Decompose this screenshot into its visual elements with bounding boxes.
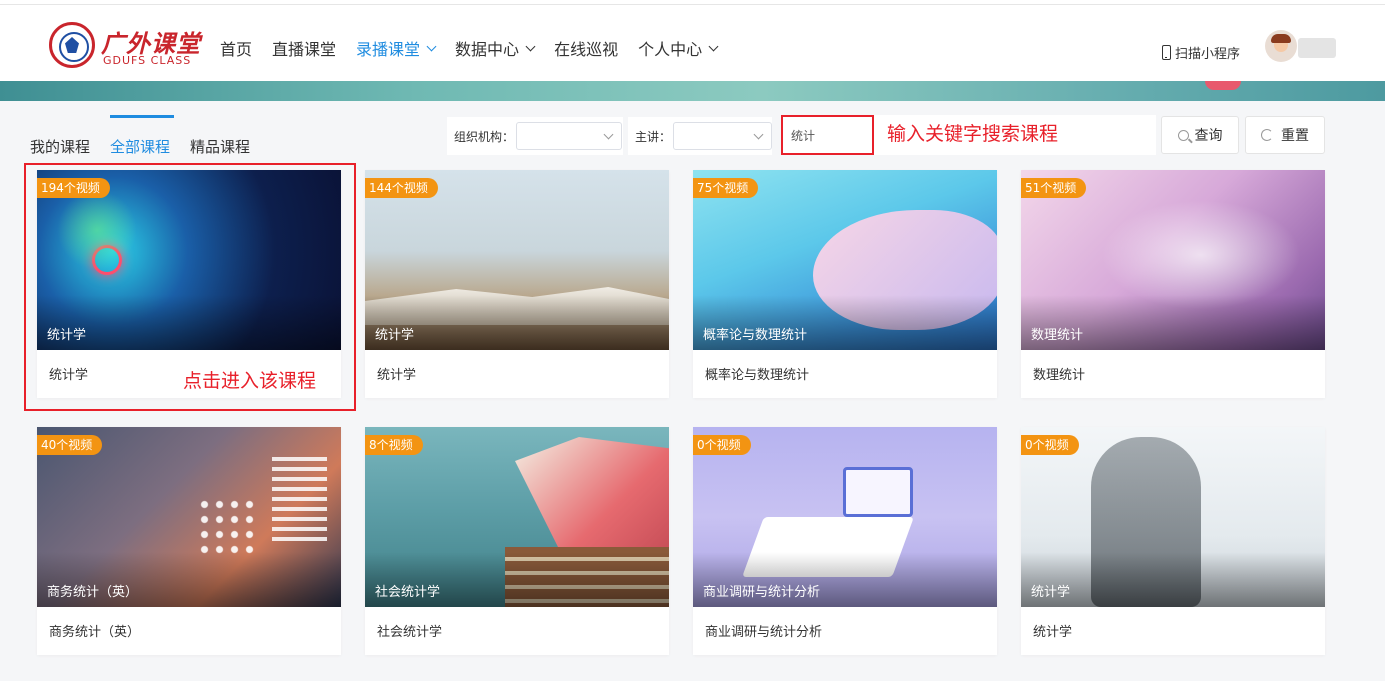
course-name: 商业调研与统计分析 — [705, 625, 823, 640]
query-button[interactable]: 查询 — [1161, 116, 1239, 154]
video-count-badge: 0个视频 — [693, 435, 751, 455]
org-filter: 组织机构： — [447, 117, 623, 155]
search-input[interactable] — [781, 115, 874, 155]
click-hint-annotation: 点击进入该课程 — [183, 370, 317, 392]
org-filter-label: 组织机构： — [454, 129, 515, 144]
top-header: 广外课堂 GDUFS CLASS 首页 直播课堂 录播课堂 数据中心 在线巡视 … — [0, 5, 1385, 81]
tab-featured-courses[interactable]: 精品课程 — [190, 136, 250, 157]
reset-button-label: 重置 — [1281, 128, 1309, 144]
scan-miniprogram-link[interactable]: 扫描小程序 — [1162, 43, 1240, 62]
nav-patrol-label: 在线巡视 — [554, 40, 619, 59]
site-logo[interactable]: 广外课堂 GDUFS CLASS — [49, 22, 200, 70]
reset-icon — [1261, 129, 1273, 141]
banner-strip — [0, 81, 1385, 101]
scan-label: 扫描小程序 — [1175, 47, 1241, 62]
username-blurred[interactable] — [1298, 38, 1336, 58]
nav-live[interactable]: 直播课堂 — [272, 38, 337, 59]
avatar[interactable] — [1265, 30, 1297, 62]
banner-decoration — [1205, 81, 1241, 90]
course-card[interactable]: 0个视频 商业调研与统计分析 商业调研与统计分析 — [693, 427, 997, 655]
video-count-badge: 40个视频 — [37, 435, 103, 455]
nav-live-label: 直播课堂 — [272, 40, 337, 59]
chevron-down-icon — [708, 41, 719, 51]
video-count-badge: 144个视频 — [365, 178, 438, 198]
course-card[interactable]: 0个视频 统计学 统计学 — [1021, 427, 1325, 655]
chevron-down-icon — [525, 41, 536, 51]
course-cover-title: 统计学 — [1031, 585, 1071, 600]
course-cover-title: 商务统计（英） — [47, 585, 139, 600]
chevron-down-icon — [603, 129, 614, 140]
video-count-badge: 0个视频 — [1021, 435, 1079, 455]
video-count-badge: 51个视频 — [1021, 178, 1087, 198]
nav-patrol[interactable]: 在线巡视 — [554, 38, 619, 59]
search-icon — [1177, 129, 1189, 141]
course-cover-title: 统计学 — [375, 328, 415, 343]
nav-data-center-label: 数据中心 — [455, 40, 520, 59]
nav-personal-label: 个人中心 — [638, 40, 703, 59]
logo-text-en: GDUFS CLASS — [103, 54, 192, 67]
course-tabs: 我的课程 全部课程 精品课程 — [30, 115, 270, 157]
course-card[interactable]: 51个视频 数理统计 数理统计 — [1021, 170, 1325, 398]
nav-recorded-label: 录播课堂 — [356, 40, 421, 59]
logo-emblem-icon — [49, 22, 95, 68]
phone-icon — [1162, 45, 1171, 60]
course-name: 统计学 — [377, 368, 417, 383]
org-select[interactable] — [516, 122, 623, 150]
course-card[interactable]: 144个视频 统计学 统计学 — [365, 170, 669, 398]
course-name: 概率论与数理统计 — [705, 368, 810, 383]
course-cover-title: 数理统计 — [1031, 328, 1084, 343]
video-count-badge: 75个视频 — [693, 178, 759, 198]
course-card[interactable]: 40个视频 商务统计（英） 商务统计（英） — [37, 427, 341, 655]
tab-my-courses[interactable]: 我的课程 — [30, 136, 90, 157]
query-button-label: 查询 — [1194, 128, 1223, 144]
course-cover-title: 商业调研与统计分析 — [703, 585, 821, 600]
nav-data-center[interactable]: 数据中心 — [455, 38, 536, 59]
search-hint-annotation: 输入关键字搜索课程 — [887, 123, 1059, 145]
video-count-badge: 8个视频 — [365, 435, 423, 455]
course-name: 社会统计学 — [377, 625, 443, 640]
nav-personal[interactable]: 个人中心 — [638, 38, 719, 59]
lecturer-filter-label: 主讲： — [635, 129, 672, 144]
nav-recorded[interactable]: 录播课堂 — [356, 38, 437, 59]
course-cover-title: 社会统计学 — [375, 585, 441, 600]
nav-home-label: 首页 — [220, 40, 253, 59]
lecturer-select[interactable] — [673, 122, 772, 150]
reset-button[interactable]: 重置 — [1245, 116, 1325, 154]
course-cover-title: 统计学 — [47, 328, 87, 343]
lecturer-filter: 主讲： — [628, 117, 772, 155]
course-name: 统计学 — [1033, 625, 1073, 640]
course-name: 商务统计（英） — [49, 625, 141, 640]
main-nav: 首页 直播课堂 录播课堂 数据中心 在线巡视 个人中心 — [220, 38, 737, 59]
video-count-badge: 194个视频 — [37, 178, 110, 198]
chevron-down-icon — [426, 41, 437, 51]
course-name: 数理统计 — [1033, 368, 1086, 383]
nav-home[interactable]: 首页 — [220, 38, 253, 59]
course-card[interactable]: 8个视频 社会统计学 社会统计学 — [365, 427, 669, 655]
course-card[interactable]: 75个视频 概率论与数理统计 概率论与数理统计 — [693, 170, 997, 398]
tab-all-courses[interactable]: 全部课程 — [110, 115, 175, 157]
course-cover-title: 概率论与数理统计 — [703, 328, 808, 343]
chevron-down-icon — [753, 129, 764, 140]
